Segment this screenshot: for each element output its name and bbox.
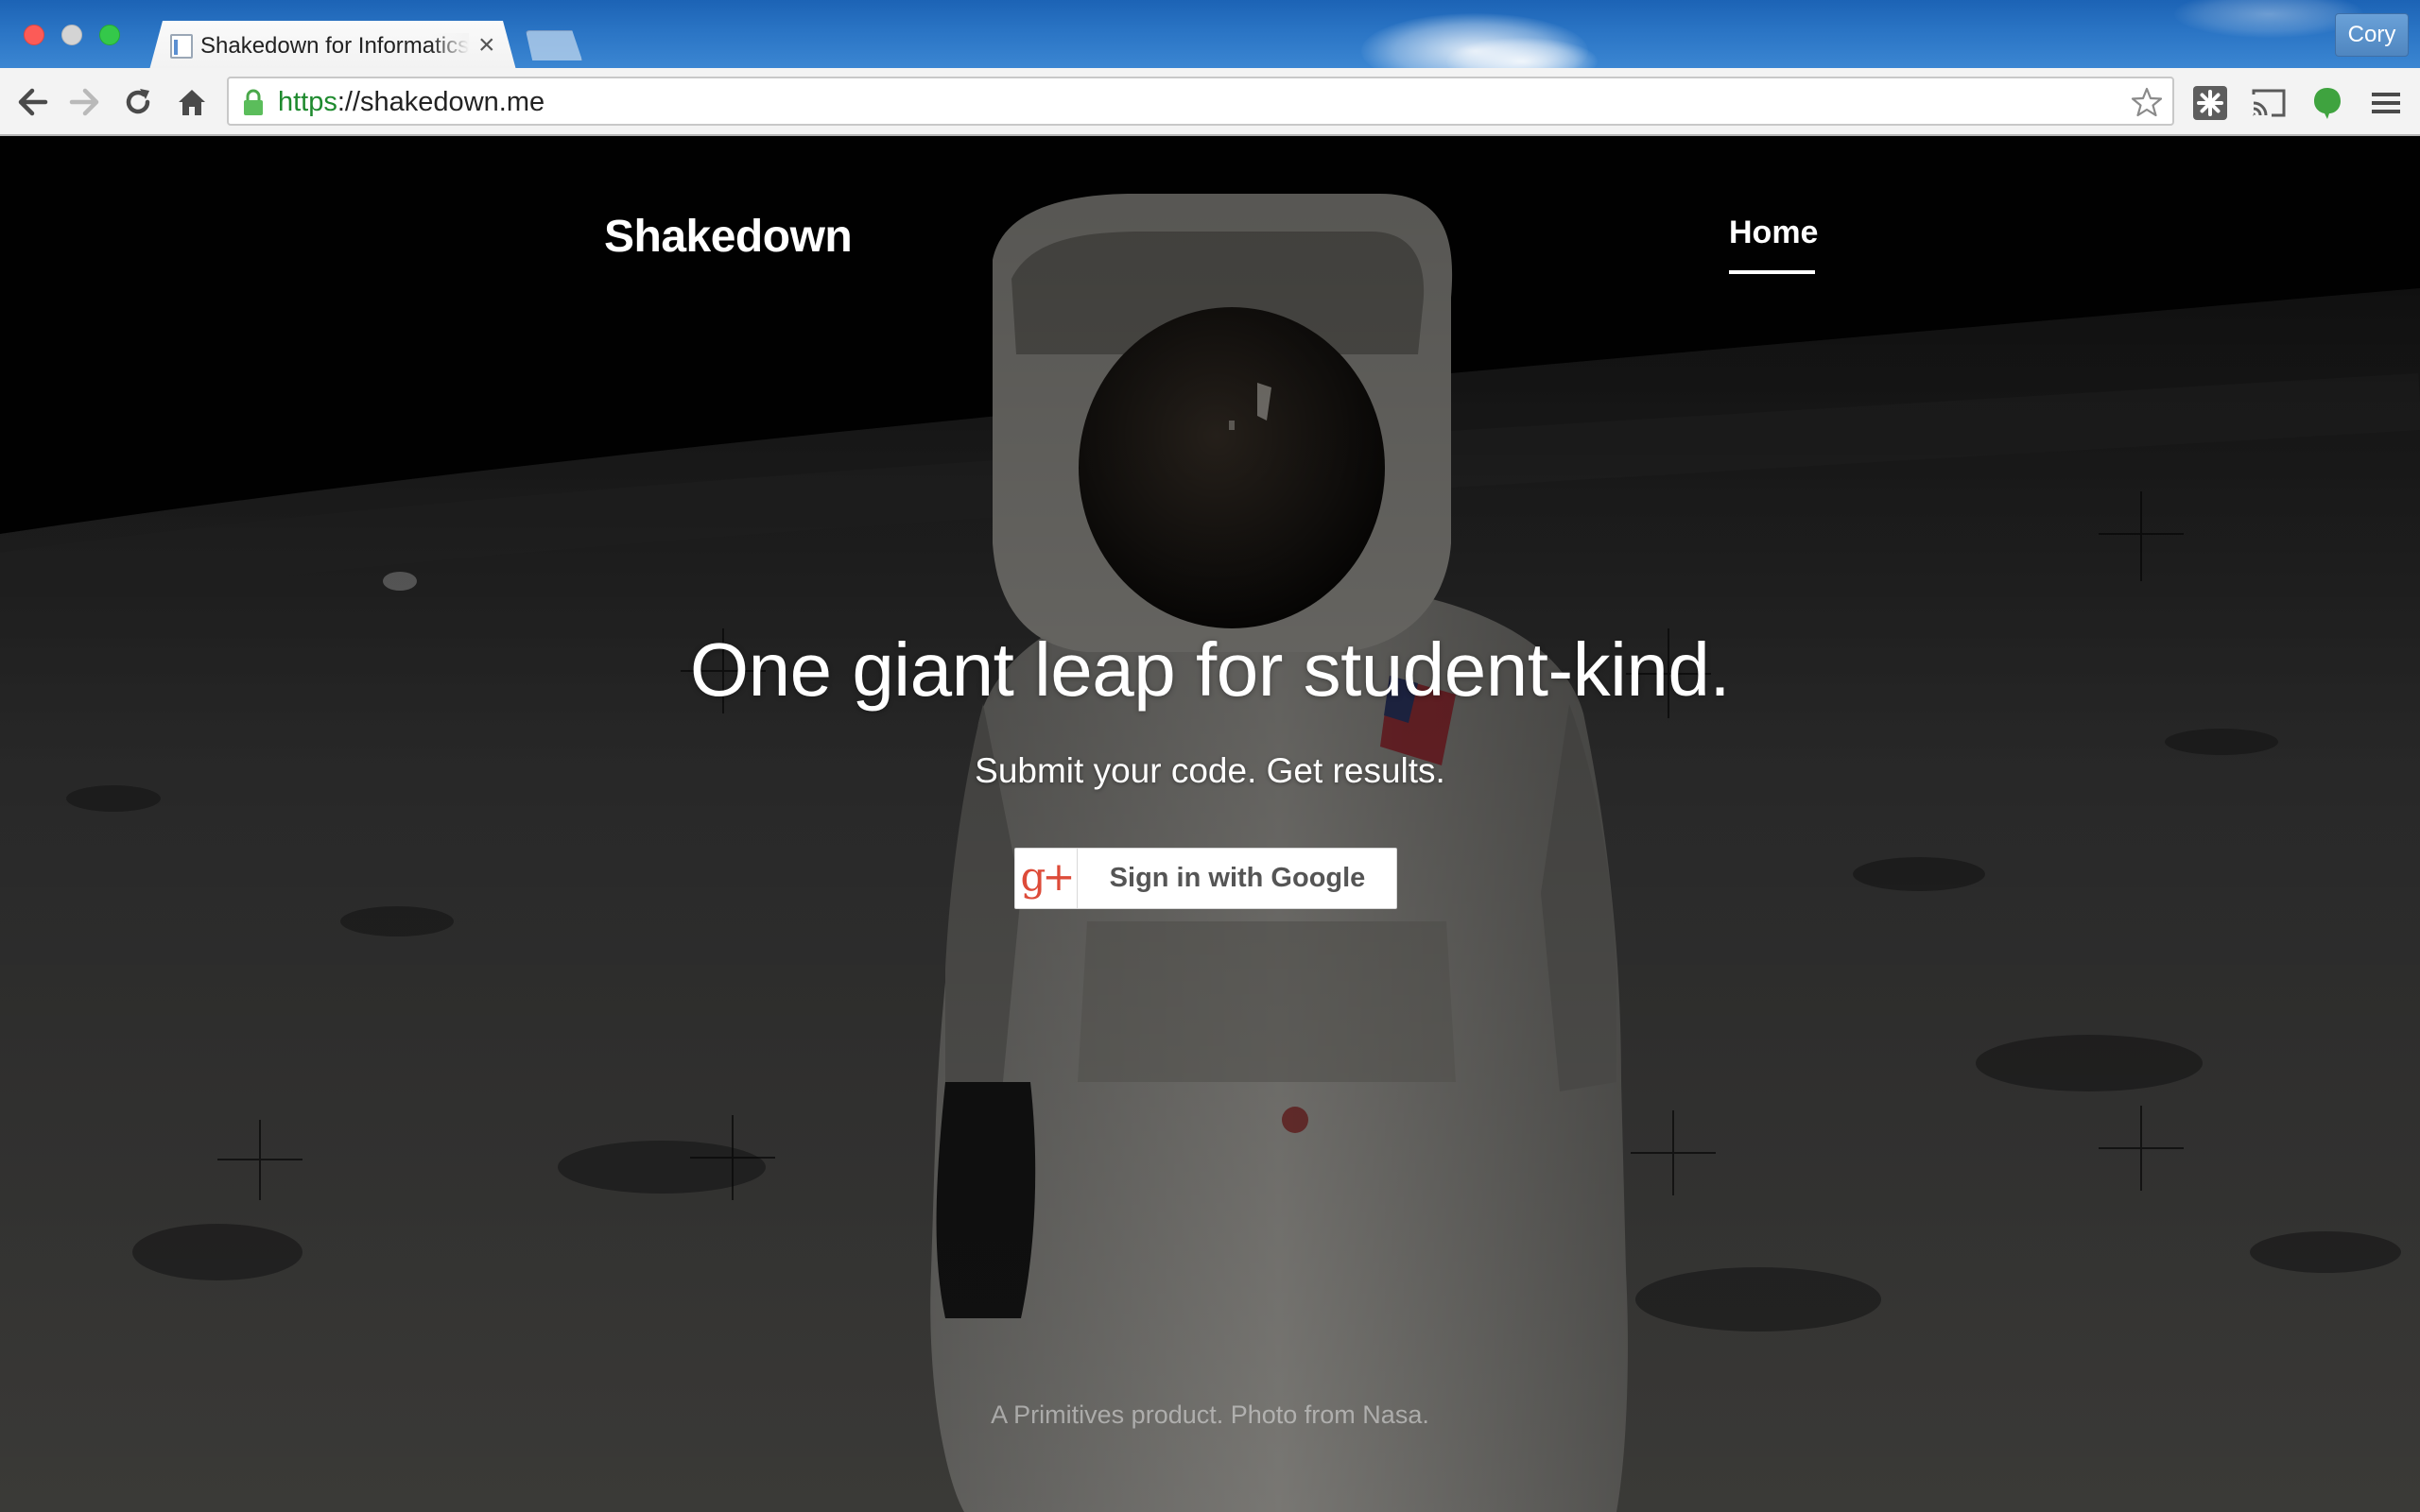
- minimize-window-button[interactable]: [61, 25, 82, 45]
- back-icon[interactable]: [15, 85, 49, 119]
- home-icon[interactable]: [175, 85, 209, 119]
- profile-button[interactable]: Cory: [2335, 13, 2409, 57]
- lock-icon: [244, 89, 263, 115]
- url-host: ://shakedown.me: [337, 87, 545, 117]
- google-plus-icon: g+: [1015, 849, 1078, 908]
- site-brand-logo[interactable]: Shakedown: [604, 211, 853, 263]
- hero-subheadline: Submit your code. Get results.: [975, 751, 1445, 790]
- menu-icon[interactable]: [2368, 85, 2404, 121]
- reload-icon[interactable]: [121, 85, 155, 119]
- bookmark-star-icon[interactable]: [2131, 86, 2163, 118]
- browser-toolbar: https://shakedown.me: [0, 68, 2420, 136]
- url-scheme: https: [278, 87, 337, 117]
- cast-icon[interactable]: [2251, 85, 2287, 121]
- hero-headline: One giant leap for student-kind.: [689, 627, 1731, 712]
- new-tab-button[interactable]: [526, 30, 582, 60]
- window-title-bar: Shakedown for Informatics × Cory: [0, 0, 2420, 68]
- zoom-window-button[interactable]: [99, 25, 120, 45]
- moon-astronaut-background: [0, 137, 2420, 1512]
- sign-in-with-google-button[interactable]: g+ Sign in with Google: [1014, 848, 1397, 909]
- sign-in-button-label: Sign in with Google: [1109, 863, 1366, 893]
- close-window-button[interactable]: [24, 25, 44, 45]
- close-tab-icon[interactable]: ×: [478, 32, 495, 59]
- browser-tab-active[interactable]: Shakedown for Informatics ×: [149, 21, 516, 68]
- url-text: https://shakedown.me: [278, 87, 544, 118]
- nav-link-home[interactable]: Home: [1729, 215, 1818, 251]
- puzzle-extension-icon[interactable]: [2192, 85, 2228, 121]
- forward-icon[interactable]: [68, 85, 102, 119]
- address-bar[interactable]: https://shakedown.me: [227, 77, 2174, 126]
- web-page: Shakedown Home One giant leap for studen…: [0, 137, 2420, 1512]
- evernote-icon[interactable]: [2309, 85, 2345, 121]
- tab-title: Shakedown for Informatics: [200, 33, 469, 59]
- page-favicon-icon: [170, 34, 193, 59]
- nav-active-underline: [1729, 270, 1815, 274]
- footer-credits: A Primitives product. Photo from Nasa.: [991, 1400, 1429, 1429]
